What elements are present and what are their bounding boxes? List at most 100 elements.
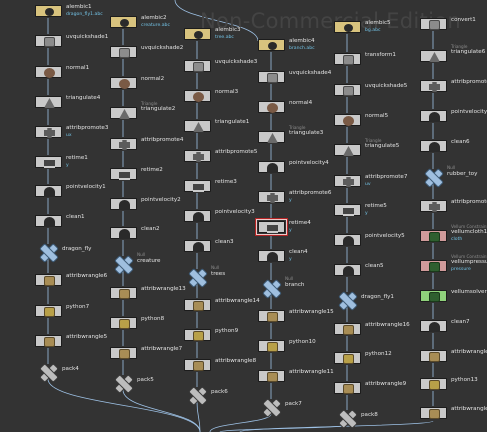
- node-tile[interactable]: [35, 305, 62, 317]
- node-tile[interactable]: [334, 264, 361, 276]
- node-label: vellumsolver1: [451, 289, 487, 295]
- node-label: clean3: [215, 239, 234, 245]
- node-tile[interactable]: [184, 299, 211, 311]
- node-tile[interactable]: [334, 21, 361, 33]
- node-type-label: Null: [447, 165, 456, 170]
- node-tile[interactable]: [334, 234, 361, 246]
- node-label: triangulate3: [289, 130, 324, 136]
- node-tile[interactable]: [35, 66, 62, 78]
- node-tile[interactable]: [420, 230, 447, 242]
- node-tile[interactable]: [420, 378, 447, 390]
- node-tile[interactable]: [258, 131, 285, 143]
- node-tile[interactable]: [258, 250, 285, 262]
- node-tile[interactable]: [420, 18, 447, 30]
- node-label: pack4: [62, 366, 79, 372]
- node-tile[interactable]: [334, 175, 361, 187]
- node-type-label: Null: [285, 276, 294, 281]
- node-tile[interactable]: [184, 359, 211, 371]
- node-tile[interactable]: [184, 90, 211, 102]
- node-tile[interactable]: [258, 370, 285, 382]
- node-tile[interactable]: [420, 200, 447, 212]
- node-tile[interactable]: [35, 96, 62, 108]
- node-tile[interactable]: [110, 138, 137, 150]
- node-tile[interactable]: [258, 340, 285, 352]
- node-tile[interactable]: [334, 352, 361, 364]
- network-editor-canvas[interactable]: Non-Commercial Edition alembic1 dragon_fl…: [0, 0, 487, 432]
- node-tile[interactable]: [334, 144, 361, 156]
- velocity-icon: [44, 187, 55, 197]
- wrangle-icon: [343, 325, 354, 335]
- node-tile[interactable]: [110, 227, 137, 239]
- node-tile[interactable]: [35, 5, 62, 17]
- node-tile[interactable]: [184, 150, 211, 162]
- node-tile[interactable]: [258, 310, 285, 322]
- node-label: pointvelocity4: [289, 160, 329, 166]
- node-tile[interactable]: [110, 77, 137, 89]
- node-tile[interactable]: [420, 140, 447, 152]
- node-tile[interactable]: [35, 335, 62, 347]
- node-tile[interactable]: [35, 156, 62, 168]
- node-tile[interactable]: [420, 407, 447, 419]
- node-tile[interactable]: [258, 101, 285, 113]
- node-tile[interactable]: [110, 168, 137, 180]
- null-node-creature[interactable]: Null creature: [113, 252, 160, 275]
- null-node-dragon_fly1[interactable]: dragon_fly1: [337, 291, 394, 311]
- node-tile[interactable]: [110, 107, 137, 119]
- node-tile[interactable]: [184, 28, 211, 40]
- node-tile[interactable]: [420, 350, 447, 362]
- node-tile[interactable]: [420, 320, 447, 332]
- node-tile[interactable]: [258, 161, 285, 173]
- node-tile[interactable]: [334, 204, 361, 216]
- null-node-rubber_toy[interactable]: Null rubber_toy: [423, 165, 477, 188]
- pack-node-pack8[interactable]: pack8: [337, 409, 378, 429]
- node-tile[interactable]: [110, 287, 137, 299]
- node-tile[interactable]: [35, 185, 62, 197]
- node-tile[interactable]: [35, 215, 62, 227]
- node-tile[interactable]: [110, 317, 137, 329]
- node-tile[interactable]: [258, 39, 285, 51]
- node-tile[interactable]: [258, 191, 285, 203]
- node-tile[interactable]: [420, 110, 447, 122]
- node-tile[interactable]: [184, 210, 211, 222]
- node-label: attribpromote8: [451, 79, 487, 85]
- node-tile[interactable]: [334, 84, 361, 96]
- node-tile[interactable]: [334, 382, 361, 394]
- node-tile[interactable]: [110, 347, 137, 359]
- node-label: clean5: [365, 263, 384, 269]
- pack-node-pack5[interactable]: pack5: [113, 374, 154, 394]
- node-label: retime3: [215, 179, 237, 185]
- node-label: attribpromote9: [451, 199, 487, 205]
- node-type-label: Null: [211, 265, 220, 270]
- node-tile[interactable]: [110, 198, 137, 210]
- node-tile[interactable]: [420, 80, 447, 92]
- node-tile[interactable]: [35, 274, 62, 286]
- python-icon: [267, 342, 278, 352]
- wrangle-icon: [44, 337, 55, 347]
- node-tile[interactable]: [110, 16, 137, 28]
- node-tile[interactable]: [184, 329, 211, 341]
- node-tile[interactable]: [184, 240, 211, 252]
- node-tile[interactable]: [35, 35, 62, 47]
- node-tile[interactable]: [110, 46, 137, 58]
- node-tile[interactable]: [184, 180, 211, 192]
- node-tile[interactable]: [334, 323, 361, 335]
- node-tile[interactable]: [420, 50, 447, 62]
- node-tile[interactable]: [334, 53, 361, 65]
- node-tile[interactable]: [184, 60, 211, 72]
- null-node-trees[interactable]: Null trees: [187, 265, 225, 288]
- pack-node-pack7[interactable]: pack7: [261, 398, 302, 418]
- node-tile[interactable]: [35, 126, 62, 138]
- null-node-dragon_fly[interactable]: dragon_fly: [38, 243, 91, 263]
- pack-node-pack4[interactable]: pack4: [38, 363, 79, 383]
- triangle-icon: [429, 52, 440, 62]
- node-tile[interactable]: [420, 260, 447, 272]
- node-tile[interactable]: [184, 120, 211, 132]
- triangle-icon: [343, 146, 354, 156]
- shade-icon: [343, 86, 354, 96]
- node-tile[interactable]: [334, 114, 361, 126]
- null-node-branch[interactable]: Null branch: [261, 276, 304, 299]
- node-tile[interactable]: [258, 71, 285, 83]
- pack-node-pack6[interactable]: pack6: [187, 386, 228, 406]
- node-label: python10: [289, 339, 316, 345]
- node-tile[interactable]: [420, 290, 447, 302]
